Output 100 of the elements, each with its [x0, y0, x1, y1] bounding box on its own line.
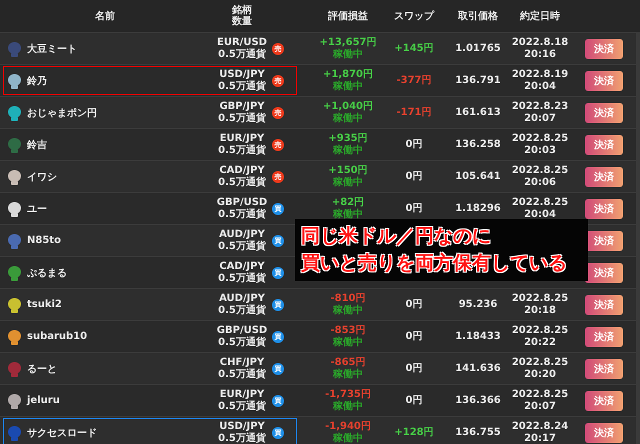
trade-date: 2022.8.19 [512, 68, 568, 80]
player-name: ユー [27, 202, 47, 216]
trade-price: 136.791 [455, 74, 501, 86]
trade-amount: 0.5万通貨 [218, 368, 266, 380]
trade-time: 20:16 [524, 48, 556, 60]
swap-value: 0円 [406, 394, 422, 406]
column-header: 約定日時 [520, 10, 560, 22]
trade-date: 2022.8.25 [512, 324, 568, 336]
status-label: 稼働中 [333, 48, 363, 60]
player-name: jeluru [27, 395, 60, 406]
swap-value: +128円 [394, 426, 434, 438]
settle-button[interactable]: 決済 [585, 230, 623, 250]
settle-button[interactable]: 決済 [585, 134, 623, 154]
status-label: 稼働中 [333, 368, 363, 380]
player-name: るーと [27, 362, 57, 376]
swap-value: -171円 [396, 106, 432, 118]
player-name: ぷるまる [27, 266, 67, 280]
currency-pair: EUR/JPY [220, 388, 264, 400]
currency-pair: GBP/JPY [219, 100, 265, 112]
currency-pair: GBP/USD [216, 196, 268, 208]
player-name: サクセスロード [27, 426, 97, 440]
column-header: 数量 [232, 16, 252, 27]
profit-value: +13,657円 [320, 36, 376, 48]
settle-button[interactable]: 決済 [585, 166, 623, 186]
trade-amount: 0.5万通貨 [218, 112, 266, 124]
trade-price: 136.366 [455, 394, 501, 406]
settle-button[interactable]: 決済 [585, 38, 623, 58]
trade-price: 95.236 [458, 298, 498, 310]
profit-value: -1,940円 [325, 420, 371, 432]
column-header: 銘柄 [232, 5, 252, 16]
trade-amount: 0.5万通貨 [218, 208, 266, 220]
column-header: 評価損益 [328, 10, 368, 22]
currency-pair: AUD/JPY [219, 228, 265, 240]
settle-button[interactable]: 決済 [585, 390, 623, 410]
profit-value: +1,040円 [322, 100, 373, 112]
trade-date: 2022.8.25 [512, 196, 568, 208]
swap-value: 0円 [406, 330, 422, 342]
callout-text: 買いと売りを両方保有している [301, 251, 568, 276]
status-label: 稼働中 [333, 432, 363, 444]
status-label: 稼働中 [333, 144, 363, 156]
currency-pair: EUR/USD [217, 36, 267, 48]
trade-price: 161.613 [455, 106, 501, 118]
profit-value: -810円 [330, 292, 366, 304]
settle-button[interactable]: 決済 [585, 358, 623, 378]
player-name: tsuki2 [27, 299, 62, 310]
status-label: 稼働中 [333, 304, 363, 316]
currency-pair: EUR/JPY [220, 132, 264, 144]
swap-value: 0円 [406, 138, 422, 150]
settle-button[interactable]: 決済 [585, 70, 623, 90]
trade-date: 2022.8.18 [512, 36, 568, 48]
callout-text: 同じ米ドル／円なのに [301, 224, 492, 249]
settle-button[interactable]: 決済 [585, 294, 623, 314]
status-label: 稼働中 [333, 400, 363, 412]
trade-date: 2022.8.25 [512, 292, 568, 304]
trade-amount: 0.5万通貨 [218, 240, 266, 252]
currency-pair: USD/JPY [219, 68, 265, 80]
trade-time: 20:07 [524, 400, 556, 412]
trade-amount: 0.5万通貨 [218, 144, 266, 156]
status-label: 稼働中 [333, 336, 363, 348]
trade-price: 136.755 [455, 426, 501, 438]
status-label: 稼働中 [333, 176, 363, 188]
swap-value: +145円 [394, 42, 434, 54]
status-label: 稼働中 [333, 208, 363, 220]
trade-price: 1.01765 [455, 42, 501, 54]
settle-button[interactable]: 決済 [585, 262, 623, 282]
trade-date: 2022.8.25 [512, 132, 568, 144]
trade-date: 2022.8.24 [512, 420, 568, 432]
settle-button[interactable]: 決済 [585, 422, 623, 442]
settle-button[interactable]: 決済 [585, 198, 623, 218]
trade-time: 20:03 [524, 144, 556, 156]
trade-price: 1.18296 [455, 202, 501, 214]
trade-time: 20:04 [524, 208, 556, 220]
player-name: イワシ [27, 170, 57, 184]
trade-time: 20:20 [524, 368, 556, 380]
settle-button[interactable]: 決済 [585, 326, 623, 346]
trade-amount: 0.5万通貨 [218, 304, 266, 316]
trade-price: 136.258 [455, 138, 501, 150]
currency-pair: GBP/USD [216, 324, 268, 336]
player-name: 鈴乃 [27, 74, 47, 88]
currency-pair: CAD/JPY [219, 260, 265, 272]
status-label: 稼働中 [333, 80, 363, 92]
trade-time: 20:17 [524, 432, 556, 444]
swap-value: 0円 [406, 170, 422, 182]
trade-price: 1.18433 [455, 330, 501, 342]
player-name: おじゃまポン円 [27, 106, 97, 120]
column-header: スワップ [394, 10, 434, 22]
player-name: 鈴吉 [27, 138, 47, 152]
trade-time: 20:07 [524, 112, 556, 124]
currency-pair: USD/JPY [219, 420, 265, 432]
currency-pair: CAD/JPY [219, 164, 265, 176]
trade-date: 2022.8.25 [512, 164, 568, 176]
player-name: subarub10 [27, 331, 88, 342]
settle-button[interactable]: 決済 [585, 102, 623, 122]
trade-date: 2022.8.25 [512, 388, 568, 400]
profit-value: -853円 [330, 324, 366, 336]
currency-pair: CHF/JPY [220, 356, 264, 368]
trade-amount: 0.5万通貨 [218, 400, 266, 412]
swap-value: 0円 [406, 362, 422, 374]
profit-value: +935円 [328, 132, 368, 144]
swap-value: -377円 [396, 74, 432, 86]
